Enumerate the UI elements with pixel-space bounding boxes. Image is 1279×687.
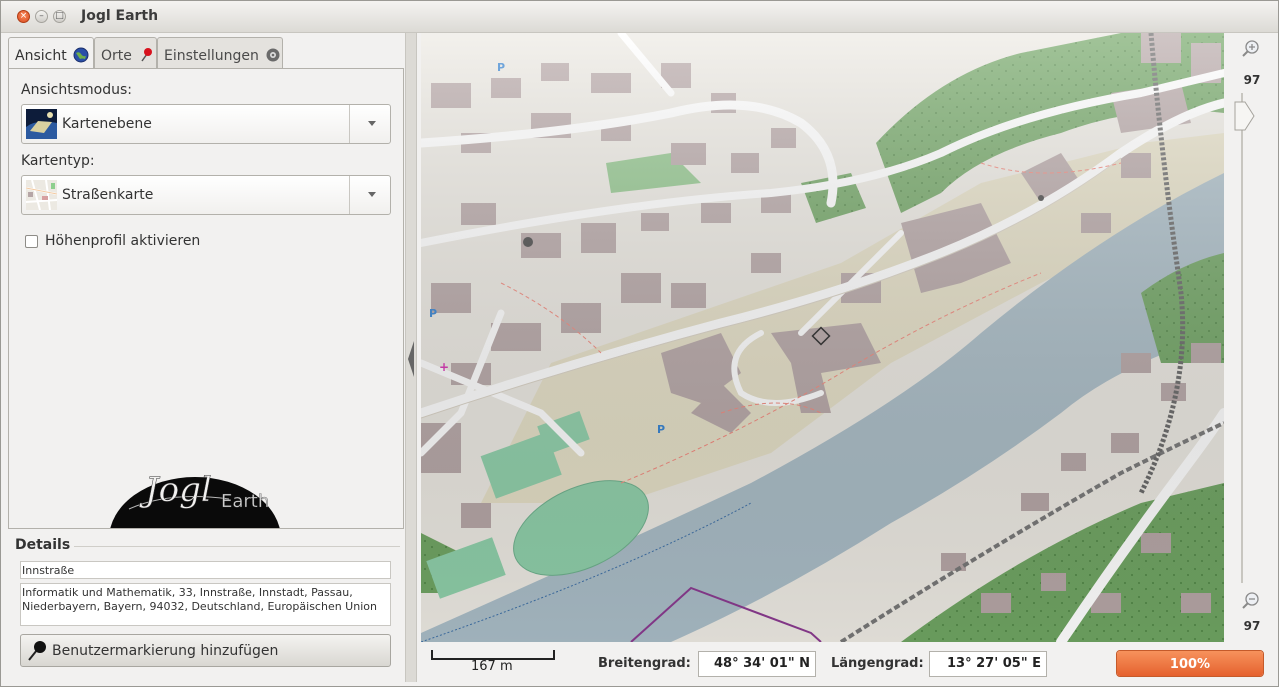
logo-text-earth: Earth (221, 491, 269, 512)
zoom-level-bottom: 97 (1243, 619, 1261, 633)
marker-pin-icon (28, 641, 46, 661)
close-window-button[interactable]: × (17, 10, 30, 23)
map-type-select[interactable]: Straßenkarte (21, 175, 391, 215)
status-bar: 167 m Breitengrad: 48° 34' 01" N Längeng… (421, 646, 1277, 684)
tab-ansicht[interactable]: Ansicht (8, 37, 94, 70)
progress-label: 100% (1169, 657, 1211, 672)
view-mode-label: Ansichtsmodus: (21, 82, 132, 98)
zoom-slider-track[interactable] (1241, 93, 1243, 583)
view-mode-value: Kartenebene (62, 116, 152, 132)
gear-icon (266, 48, 280, 62)
chevron-down-icon (368, 121, 376, 126)
combo-separator (349, 176, 350, 214)
app-window: × – □ Jogl Earth Ansicht Orte Einstellun… (0, 0, 1279, 687)
latitude-label: Breitengrad: (598, 656, 691, 671)
minimize-window-button[interactable]: – (35, 10, 48, 23)
map-type-label: Kartentyp: (21, 153, 95, 169)
place-name-field: Innstraße (20, 561, 391, 579)
view-mode-select[interactable]: Kartenebene (21, 104, 391, 144)
view-settings-panel: Ansichtsmodus: Kartenebene Kartentyp: St… (8, 68, 404, 529)
maximize-window-button[interactable]: □ (53, 10, 66, 23)
tab-einstellungen[interactable]: Einstellungen (157, 37, 283, 69)
collapse-arrow-icon[interactable] (408, 341, 414, 377)
combo-separator (349, 105, 350, 143)
map-view[interactable]: P P P + (421, 33, 1224, 642)
globe-icon (73, 47, 89, 63)
chevron-down-icon (368, 192, 376, 197)
panel-splitter[interactable] (405, 33, 417, 682)
jogl-earth-logo: Jogl Earth (110, 470, 280, 528)
layer-thumbnail-icon (26, 109, 57, 139)
street-map-thumbnail-icon (26, 180, 57, 210)
window-title: Jogl Earth (81, 8, 159, 24)
longitude-field: 13° 27' 05" E (929, 651, 1047, 677)
map-shading (421, 33, 1224, 642)
zoom-out-icon[interactable] (1241, 591, 1261, 611)
elevation-checkbox-label[interactable]: Höhenprofil aktivieren (45, 233, 200, 249)
title-bar: × – □ Jogl Earth (1, 1, 1278, 33)
add-user-marker-button[interactable]: Benutzermarkierung hinzufügen (20, 634, 391, 667)
longitude-label: Längengrad: (831, 656, 924, 671)
map-type-value: Straßenkarte (62, 187, 154, 203)
latitude-field: 48° 34' 01" N (698, 651, 816, 677)
zoom-bar: 97 97 (1227, 33, 1277, 642)
scale-label: 167 m (471, 659, 513, 674)
divider (74, 546, 400, 547)
tab-orte[interactable]: Orte (94, 37, 157, 69)
tab-label: Ansicht (15, 48, 67, 64)
elevation-checkbox[interactable] (25, 235, 38, 248)
pin-icon (141, 48, 153, 62)
zoom-slider-handle[interactable] (1233, 101, 1255, 131)
zoom-in-icon[interactable] (1241, 39, 1261, 59)
street-map-canvas[interactable]: P P P + (421, 33, 1224, 642)
details-header: Details (15, 537, 71, 553)
place-address-field: Informatik und Mathematik, 33, Innstraße… (20, 583, 391, 626)
details-section: Details Innstraße Informatik und Mathema… (8, 535, 404, 678)
tab-label: Einstellungen (164, 48, 259, 64)
loading-progress-bar: 100% (1116, 650, 1264, 677)
add-marker-label: Benutzermarkierung hinzufügen (52, 643, 279, 659)
tab-label: Orte (101, 48, 132, 64)
zoom-level-top: 97 (1243, 73, 1261, 87)
logo-text-jogl: Jogl (139, 470, 212, 510)
